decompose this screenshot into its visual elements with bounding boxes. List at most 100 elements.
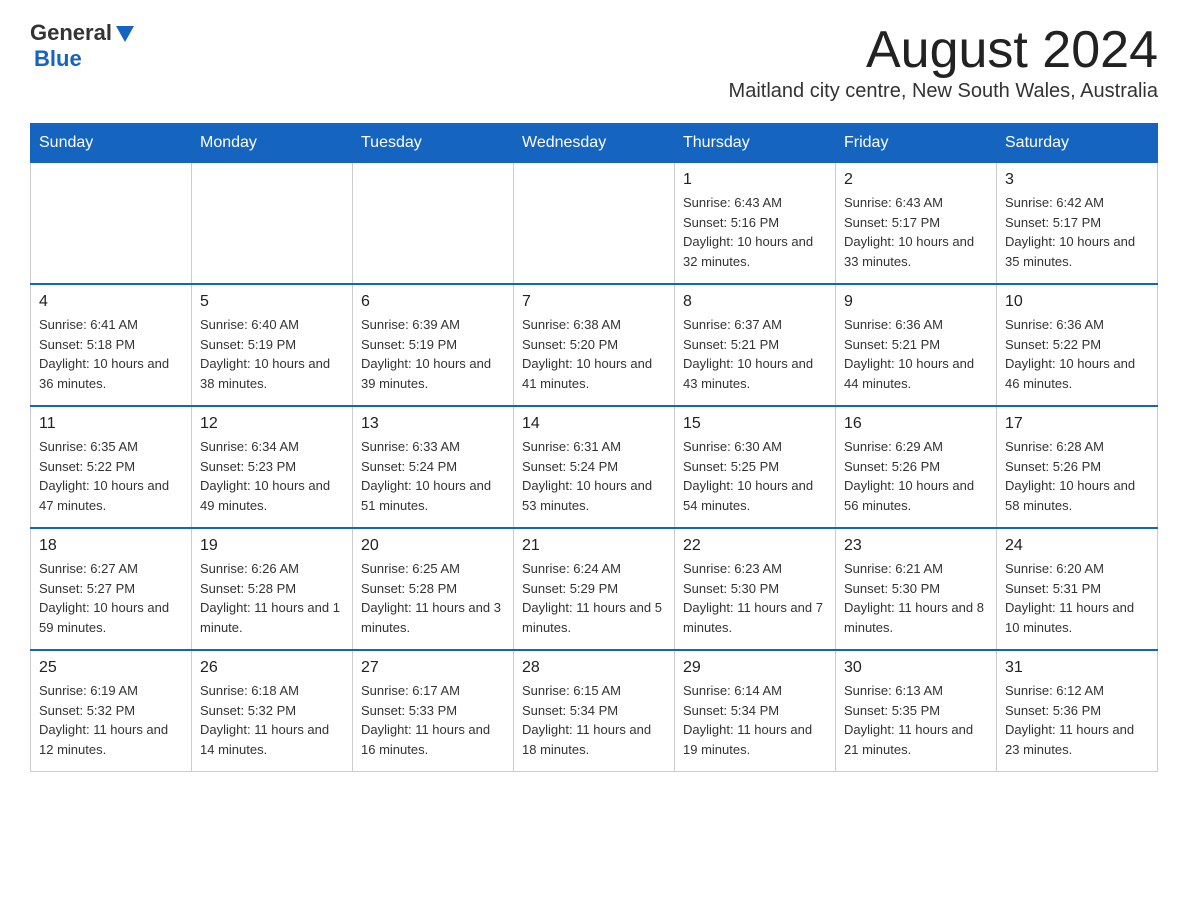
day-info: Sunrise: 6:21 AMSunset: 5:30 PMDaylight:…	[844, 559, 988, 637]
table-row: 1Sunrise: 6:43 AMSunset: 5:16 PMDaylight…	[675, 163, 836, 285]
table-row: 25 Sunrise: 6:19 AMSunset: 5:32 PMDayligh…	[31, 650, 192, 772]
table-row: 3 Sunrise: 6:42 AMSunset: 5:17 PMDaylight…	[997, 163, 1158, 285]
day-number: 28	[522, 659, 666, 677]
header-tuesday: Tuesday	[353, 124, 514, 163]
day-info: Sunrise: 6:19 AMSunset: 5:32 PMDaylight:…	[39, 681, 183, 759]
day-number: 27	[361, 659, 505, 677]
calendar-table: Sunday Monday Tuesday Wednesday Thursday…	[30, 123, 1158, 772]
day-number: 25	[39, 659, 183, 677]
table-row: 17 Sunrise: 6:28 AMSunset: 5:26 PMDayligh…	[997, 406, 1158, 528]
table-row: 12 Sunrise: 6:34 AMSunset: 5:23 PMDayligh…	[192, 406, 353, 528]
day-info: Sunrise: 6:35 AMSunset: 5:22 PMDaylight:…	[39, 437, 183, 515]
table-row: 15Sunrise: 6:30 AMSunset: 5:25 PMDayligh…	[675, 406, 836, 528]
calendar-week-row: 4 Sunrise: 6:41 AMSunset: 5:18 PMDaylight…	[31, 284, 1158, 406]
table-row: 28Sunrise: 6:15 AMSunset: 5:34 PMDayligh…	[514, 650, 675, 772]
table-row: 4 Sunrise: 6:41 AMSunset: 5:18 PMDaylight…	[31, 284, 192, 406]
day-info: Sunrise: 6:28 AMSunset: 5:26 PMDaylight:…	[1005, 437, 1149, 515]
day-info: Sunrise: 6:24 AMSunset: 5:29 PMDaylight:…	[522, 559, 666, 637]
day-number: 19	[200, 537, 344, 555]
day-info: Sunrise: 6:34 AMSunset: 5:23 PMDaylight:…	[200, 437, 344, 515]
day-info: Sunrise: 6:43 AMSunset: 5:17 PMDaylight:…	[844, 193, 988, 271]
day-number: 8	[683, 293, 827, 311]
day-info: Sunrise: 6:39 AMSunset: 5:19 PMDaylight:…	[361, 315, 505, 393]
day-number: 20	[361, 537, 505, 555]
table-row: 21 Sunrise: 6:24 AMSunset: 5:29 PMDayligh…	[514, 528, 675, 650]
day-info: Sunrise: 6:42 AMSunset: 5:17 PMDaylight:…	[1005, 193, 1149, 271]
day-number: 31	[1005, 659, 1149, 677]
table-row: 19 Sunrise: 6:26 AMSunset: 5:28 PMDayligh…	[192, 528, 353, 650]
logo: General Blue	[30, 20, 136, 72]
day-number: 11	[39, 415, 183, 433]
calendar-week-row: 18 Sunrise: 6:27 AMSunset: 5:27 PMDayligh…	[31, 528, 1158, 650]
day-info: Sunrise: 6:36 AMSunset: 5:21 PMDaylight:…	[844, 315, 988, 393]
day-info: Sunrise: 6:29 AMSunset: 5:26 PMDaylight:…	[844, 437, 988, 515]
header-wednesday: Wednesday	[514, 124, 675, 163]
day-number: 16	[844, 415, 988, 433]
day-number: 21	[522, 537, 666, 555]
table-row: 10 Sunrise: 6:36 AMSunset: 5:22 PMDayligh…	[997, 284, 1158, 406]
table-row: 30 Sunrise: 6:13 AMSunset: 5:35 PMDayligh…	[836, 650, 997, 772]
day-info: Sunrise: 6:26 AMSunset: 5:28 PMDaylight:…	[200, 559, 344, 637]
day-info: Sunrise: 6:27 AMSunset: 5:27 PMDaylight:…	[39, 559, 183, 637]
day-number: 1	[683, 171, 827, 189]
calendar-header-row: Sunday Monday Tuesday Wednesday Thursday…	[31, 124, 1158, 163]
title-block: August 2024 Maitland city centre, New So…	[729, 20, 1158, 115]
day-number: 29	[683, 659, 827, 677]
day-number: 7	[522, 293, 666, 311]
logo-triangle-icon	[114, 22, 136, 44]
day-info: Sunrise: 6:23 AMSunset: 5:30 PMDaylight:…	[683, 559, 827, 637]
logo-general-text: General	[30, 20, 112, 46]
day-number: 14	[522, 415, 666, 433]
day-number: 2	[844, 171, 988, 189]
day-info: Sunrise: 6:30 AMSunset: 5:25 PMDaylight:…	[683, 437, 827, 515]
day-number: 12	[200, 415, 344, 433]
header-sunday: Sunday	[31, 124, 192, 163]
table-row	[514, 163, 675, 285]
month-title: August 2024	[729, 20, 1158, 80]
day-number: 30	[844, 659, 988, 677]
day-number: 4	[39, 293, 183, 311]
day-info: Sunrise: 6:12 AMSunset: 5:36 PMDaylight:…	[1005, 681, 1149, 759]
day-number: 18	[39, 537, 183, 555]
table-row	[192, 163, 353, 285]
page-header: General Blue August 2024 Maitland city c…	[30, 20, 1158, 115]
day-info: Sunrise: 6:33 AMSunset: 5:24 PMDaylight:…	[361, 437, 505, 515]
table-row: 13Sunrise: 6:33 AMSunset: 5:24 PMDayligh…	[353, 406, 514, 528]
day-info: Sunrise: 6:40 AMSunset: 5:19 PMDaylight:…	[200, 315, 344, 393]
table-row: 14Sunrise: 6:31 AMSunset: 5:24 PMDayligh…	[514, 406, 675, 528]
day-number: 3	[1005, 171, 1149, 189]
day-number: 5	[200, 293, 344, 311]
day-info: Sunrise: 6:37 AMSunset: 5:21 PMDaylight:…	[683, 315, 827, 393]
table-row: 23 Sunrise: 6:21 AMSunset: 5:30 PMDayligh…	[836, 528, 997, 650]
table-row: 22 Sunrise: 6:23 AMSunset: 5:30 PMDayligh…	[675, 528, 836, 650]
table-row: 20 Sunrise: 6:25 AMSunset: 5:28 PMDayligh…	[353, 528, 514, 650]
day-info: Sunrise: 6:13 AMSunset: 5:35 PMDaylight:…	[844, 681, 988, 759]
table-row: 5 Sunrise: 6:40 AMSunset: 5:19 PMDaylight…	[192, 284, 353, 406]
day-number: 26	[200, 659, 344, 677]
day-info: Sunrise: 6:41 AMSunset: 5:18 PMDaylight:…	[39, 315, 183, 393]
day-number: 10	[1005, 293, 1149, 311]
day-number: 6	[361, 293, 505, 311]
table-row: 24Sunrise: 6:20 AMSunset: 5:31 PMDayligh…	[997, 528, 1158, 650]
day-number: 24	[1005, 537, 1149, 555]
table-row: 26 Sunrise: 6:18 AMSunset: 5:32 PMDayligh…	[192, 650, 353, 772]
table-row: 18 Sunrise: 6:27 AMSunset: 5:27 PMDayligh…	[31, 528, 192, 650]
table-row: 9 Sunrise: 6:36 AMSunset: 5:21 PMDaylight…	[836, 284, 997, 406]
calendar-week-row: 1Sunrise: 6:43 AMSunset: 5:16 PMDaylight…	[31, 163, 1158, 285]
day-info: Sunrise: 6:14 AMSunset: 5:34 PMDaylight:…	[683, 681, 827, 759]
day-info: Sunrise: 6:36 AMSunset: 5:22 PMDaylight:…	[1005, 315, 1149, 393]
calendar-week-row: 25 Sunrise: 6:19 AMSunset: 5:32 PMDayligh…	[31, 650, 1158, 772]
day-number: 23	[844, 537, 988, 555]
day-number: 22	[683, 537, 827, 555]
table-row: 31 Sunrise: 6:12 AMSunset: 5:36 PMDayligh…	[997, 650, 1158, 772]
header-friday: Friday	[836, 124, 997, 163]
day-info: Sunrise: 6:17 AMSunset: 5:33 PMDaylight:…	[361, 681, 505, 759]
table-row	[31, 163, 192, 285]
day-info: Sunrise: 6:25 AMSunset: 5:28 PMDaylight:…	[361, 559, 505, 637]
table-row: 16 Sunrise: 6:29 AMSunset: 5:26 PMDayligh…	[836, 406, 997, 528]
table-row: 27 Sunrise: 6:17 AMSunset: 5:33 PMDayligh…	[353, 650, 514, 772]
day-info: Sunrise: 6:18 AMSunset: 5:32 PMDaylight:…	[200, 681, 344, 759]
day-number: 17	[1005, 415, 1149, 433]
day-number: 9	[844, 293, 988, 311]
logo-blue-text: Blue	[34, 46, 82, 71]
